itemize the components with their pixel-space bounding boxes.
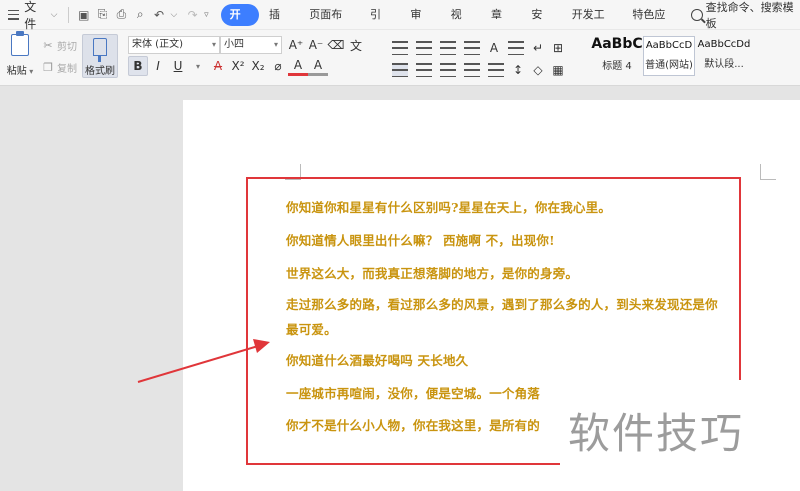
align-center-icon[interactable] (416, 63, 432, 77)
ribbon-tabs: 开始 插入 页面布局 引用 审阅 视图 章节 安全 开发工具 特色应用 (220, 3, 683, 43)
text-effect-icon[interactable]: ⌀ (268, 56, 288, 76)
numbering-icon[interactable] (416, 41, 432, 55)
cut-button[interactable]: ✂ 剪切 (42, 38, 77, 53)
print-preview-icon[interactable]: ⌕ (132, 6, 149, 24)
clear-format-icon[interactable]: ⌫ (326, 35, 346, 55)
redo-icon[interactable]: ↷ (184, 6, 201, 24)
menu-bar: 文件 ⌵ ▣ ⎘ ⎙ ⌕ ↶ ⌵ ↷ ▿ 开始 插入 页面布局 引用 审阅 视图… (0, 0, 800, 43)
style-default-paragraph[interactable]: AaBbCcDd 默认段... (696, 36, 752, 76)
tab-security[interactable]: 安全 (521, 4, 561, 43)
chinese-layout-icon[interactable]: A (484, 38, 504, 58)
tab-developer[interactable]: 开发工具 (562, 4, 623, 43)
style-name: 默认段... (704, 59, 744, 70)
shading-icon[interactable]: ◇ (528, 60, 548, 80)
shrink-font-button[interactable]: A⁻ (306, 35, 326, 55)
distribute-icon[interactable] (488, 63, 504, 77)
pinyin-guide-icon[interactable]: 文 (346, 35, 366, 55)
tab-section[interactable]: 章节 (481, 4, 521, 43)
align-left-icon[interactable] (392, 63, 408, 77)
char-shading-button[interactable]: A (308, 56, 328, 76)
style-sample: AaBbC (591, 36, 643, 52)
style-heading4[interactable]: AaBbC 标题 4 (591, 36, 643, 76)
bullets-icon[interactable] (392, 41, 408, 55)
command-search-label: 查找命令、搜索模板 (705, 0, 794, 30)
paste-label: 粘贴 (6, 66, 27, 77)
tab-page-layout[interactable]: 页面布局 (299, 4, 360, 43)
style-name: 标题 4 (602, 61, 632, 72)
underline-dropdown-icon[interactable]: ▾ (188, 56, 208, 76)
copy-button[interactable]: ❐ 复制 (42, 60, 77, 75)
superscript-button[interactable]: X² (228, 56, 248, 76)
format-painter-button[interactable]: 格式刷 (82, 34, 118, 78)
brush-icon (93, 38, 107, 62)
customize-dropdown-icon[interactable]: ▿ (204, 10, 209, 20)
line-spacing-icon[interactable]: ↕ (508, 60, 528, 80)
style-name: 普通(网站) (645, 60, 693, 71)
font-size-select[interactable]: 小四 ▾ (220, 36, 282, 54)
tab-references[interactable]: 引用 (360, 4, 400, 43)
copy-icon: ❐ (43, 60, 53, 74)
copy-label: 复制 (57, 64, 77, 75)
style-normal-web[interactable]: AaBbCcD 普通(网站) (643, 36, 695, 76)
increase-indent-icon[interactable] (464, 41, 480, 55)
underline-button[interactable]: U (168, 56, 188, 76)
borders-icon[interactable]: ▦ (548, 60, 568, 80)
paste-button[interactable]: 粘贴 ▾ (6, 31, 34, 77)
italic-button[interactable]: I (148, 56, 168, 76)
cut-label: 剪切 (57, 42, 77, 53)
tab-insert[interactable]: 插入 (259, 4, 299, 43)
font-name-value: 宋体 (正文) (132, 39, 183, 50)
decrease-indent-icon[interactable] (440, 41, 456, 55)
font-color-button[interactable]: A (288, 56, 308, 76)
ribbon-toolbar: 粘贴 ▾ ✂ 剪切 ❐ 复制 格式刷 宋体 (正文) ▾ 小四 ▾ A⁺ A⁻ ⌫ 文 … (0, 30, 800, 86)
align-right-icon[interactable] (440, 63, 456, 77)
bold-button[interactable]: B (128, 56, 148, 76)
style-sample: AaBbCcDd (697, 39, 751, 50)
table-icon[interactable]: ⊞ (548, 38, 568, 58)
search-icon (691, 8, 703, 21)
font-name-select[interactable]: 宋体 (正文) ▾ (128, 36, 220, 54)
font-size-value: 小四 (224, 39, 244, 50)
sort-icon[interactable] (508, 41, 524, 55)
grow-font-button[interactable]: A⁺ (286, 35, 306, 55)
clipboard-icon (11, 31, 29, 56)
format-painter-label: 格式刷 (85, 66, 115, 77)
chevron-down-icon: ▾ (273, 40, 278, 49)
margin-corner-mark (760, 164, 776, 180)
save-icon[interactable]: ▣ (75, 6, 92, 24)
justify-icon[interactable] (464, 63, 480, 77)
subscript-button[interactable]: X₂ (248, 56, 268, 76)
undo-icon[interactable]: ↶ (151, 6, 168, 24)
chevron-down-icon[interactable]: ⌵ (51, 10, 58, 20)
scissors-icon: ✂ (43, 38, 53, 52)
strikethrough-button[interactable]: A (208, 56, 228, 76)
tab-view[interactable]: 视图 (441, 4, 481, 43)
command-search[interactable]: 查找命令、搜索模板 (691, 0, 800, 31)
hamburger-menu-icon[interactable] (8, 9, 20, 20)
tab-review[interactable]: 审阅 (400, 4, 440, 43)
undo-dropdown-icon[interactable]: ⌵ (170, 10, 177, 20)
export-pdf-icon[interactable]: ⎘ (94, 6, 111, 24)
print-icon[interactable]: ⎙ (113, 6, 130, 24)
tab-special[interactable]: 特色应用 (622, 4, 683, 43)
watermark-text: 软件技巧 (568, 409, 745, 458)
show-marks-icon[interactable]: ↵ (528, 38, 548, 58)
divider (68, 6, 70, 23)
file-menu[interactable]: 文件 (24, 0, 46, 32)
chevron-down-icon: ▾ (211, 40, 216, 49)
style-sample: AaBbCcD (645, 40, 693, 51)
tab-home[interactable]: 开始 (220, 3, 259, 43)
